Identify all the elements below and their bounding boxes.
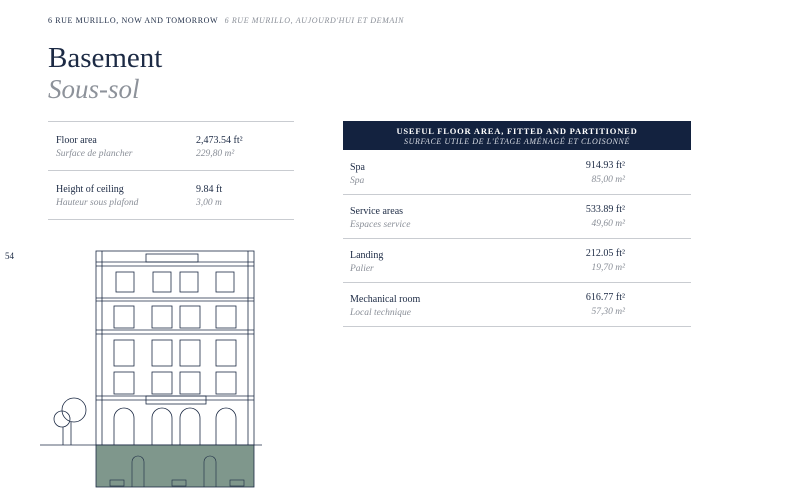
table-row: Landing Palier 212.05 ft² 19,70 m² [343, 239, 691, 283]
spec-label-fr: Surface de plancher [56, 149, 133, 159]
running-head-en: 6 RUE MURILLO, NOW AND TOMORROW [48, 16, 219, 25]
area-value-fr: 49,60 m² [591, 219, 625, 229]
building-facade-illustration [40, 250, 262, 488]
area-label-fr: Palier [350, 264, 374, 274]
area-header-fr: SURFACE UTILE DE L'ÉTAGE AMÉNAGÉ ET CLOI… [404, 137, 630, 146]
running-head: 6 RUE MURILLO, NOW AND TOMORROW 6 RUE MU… [48, 16, 404, 25]
spec-table: Floor area Surface de plancher 2,473.54 … [48, 121, 294, 220]
spec-value-fr: 3,00 m [196, 198, 222, 208]
spec-label: Floor area [56, 135, 97, 146]
spec-label: Height of ceiling [56, 184, 124, 195]
table-row: Mechanical room Local technique 616.77 f… [343, 283, 691, 327]
spec-row-ceiling-height: Height of ceiling Hauteur sous plafond 9… [48, 170, 294, 220]
spec-row-floor-area: Floor area Surface de plancher 2,473.54 … [48, 121, 294, 170]
area-value-fr: 19,70 m² [591, 263, 625, 273]
area-header-en: USEFUL FLOOR AREA, FITTED AND PARTITIONE… [396, 126, 638, 136]
area-value-fr: 57,30 m² [591, 307, 625, 317]
table-row: Service areas Espaces service 533.89 ft²… [343, 195, 691, 239]
page-title-fr: Sous-sol [48, 74, 140, 104]
page-title: Basement [48, 42, 163, 74]
area-label: Mechanical room [350, 294, 421, 305]
spec-value-fr: 229,80 m² [196, 149, 235, 159]
spec-label-fr: Hauteur sous plafond [56, 198, 139, 208]
area-value: 212.05 ft² [585, 248, 625, 259]
area-value: 533.89 ft² [585, 204, 625, 215]
area-value: 616.77 ft² [585, 292, 625, 303]
area-label-fr: Spa [350, 176, 365, 186]
area-label: Spa [350, 162, 365, 173]
spec-value: 2,473.54 ft² [196, 135, 243, 146]
area-table-header: USEFUL FLOOR AREA, FITTED AND PARTITIONE… [343, 121, 691, 150]
page-number: 54 [5, 251, 14, 261]
area-value-fr: 85,00 m² [591, 175, 625, 185]
area-table: Spa Spa 914.93 ft² 85,00 m² Service area… [343, 151, 691, 327]
running-head-fr: 6 RUE MURILLO, AUJOURD'HUI ET DEMAIN [224, 16, 405, 25]
area-value: 914.93 ft² [585, 160, 625, 171]
spec-value: 9.84 ft [196, 184, 223, 195]
area-label-fr: Local technique [350, 308, 411, 318]
table-row: Spa Spa 914.93 ft² 85,00 m² [343, 151, 691, 195]
area-label: Landing [350, 250, 384, 261]
area-label: Service areas [350, 206, 404, 217]
area-label-fr: Espaces service [350, 220, 411, 230]
